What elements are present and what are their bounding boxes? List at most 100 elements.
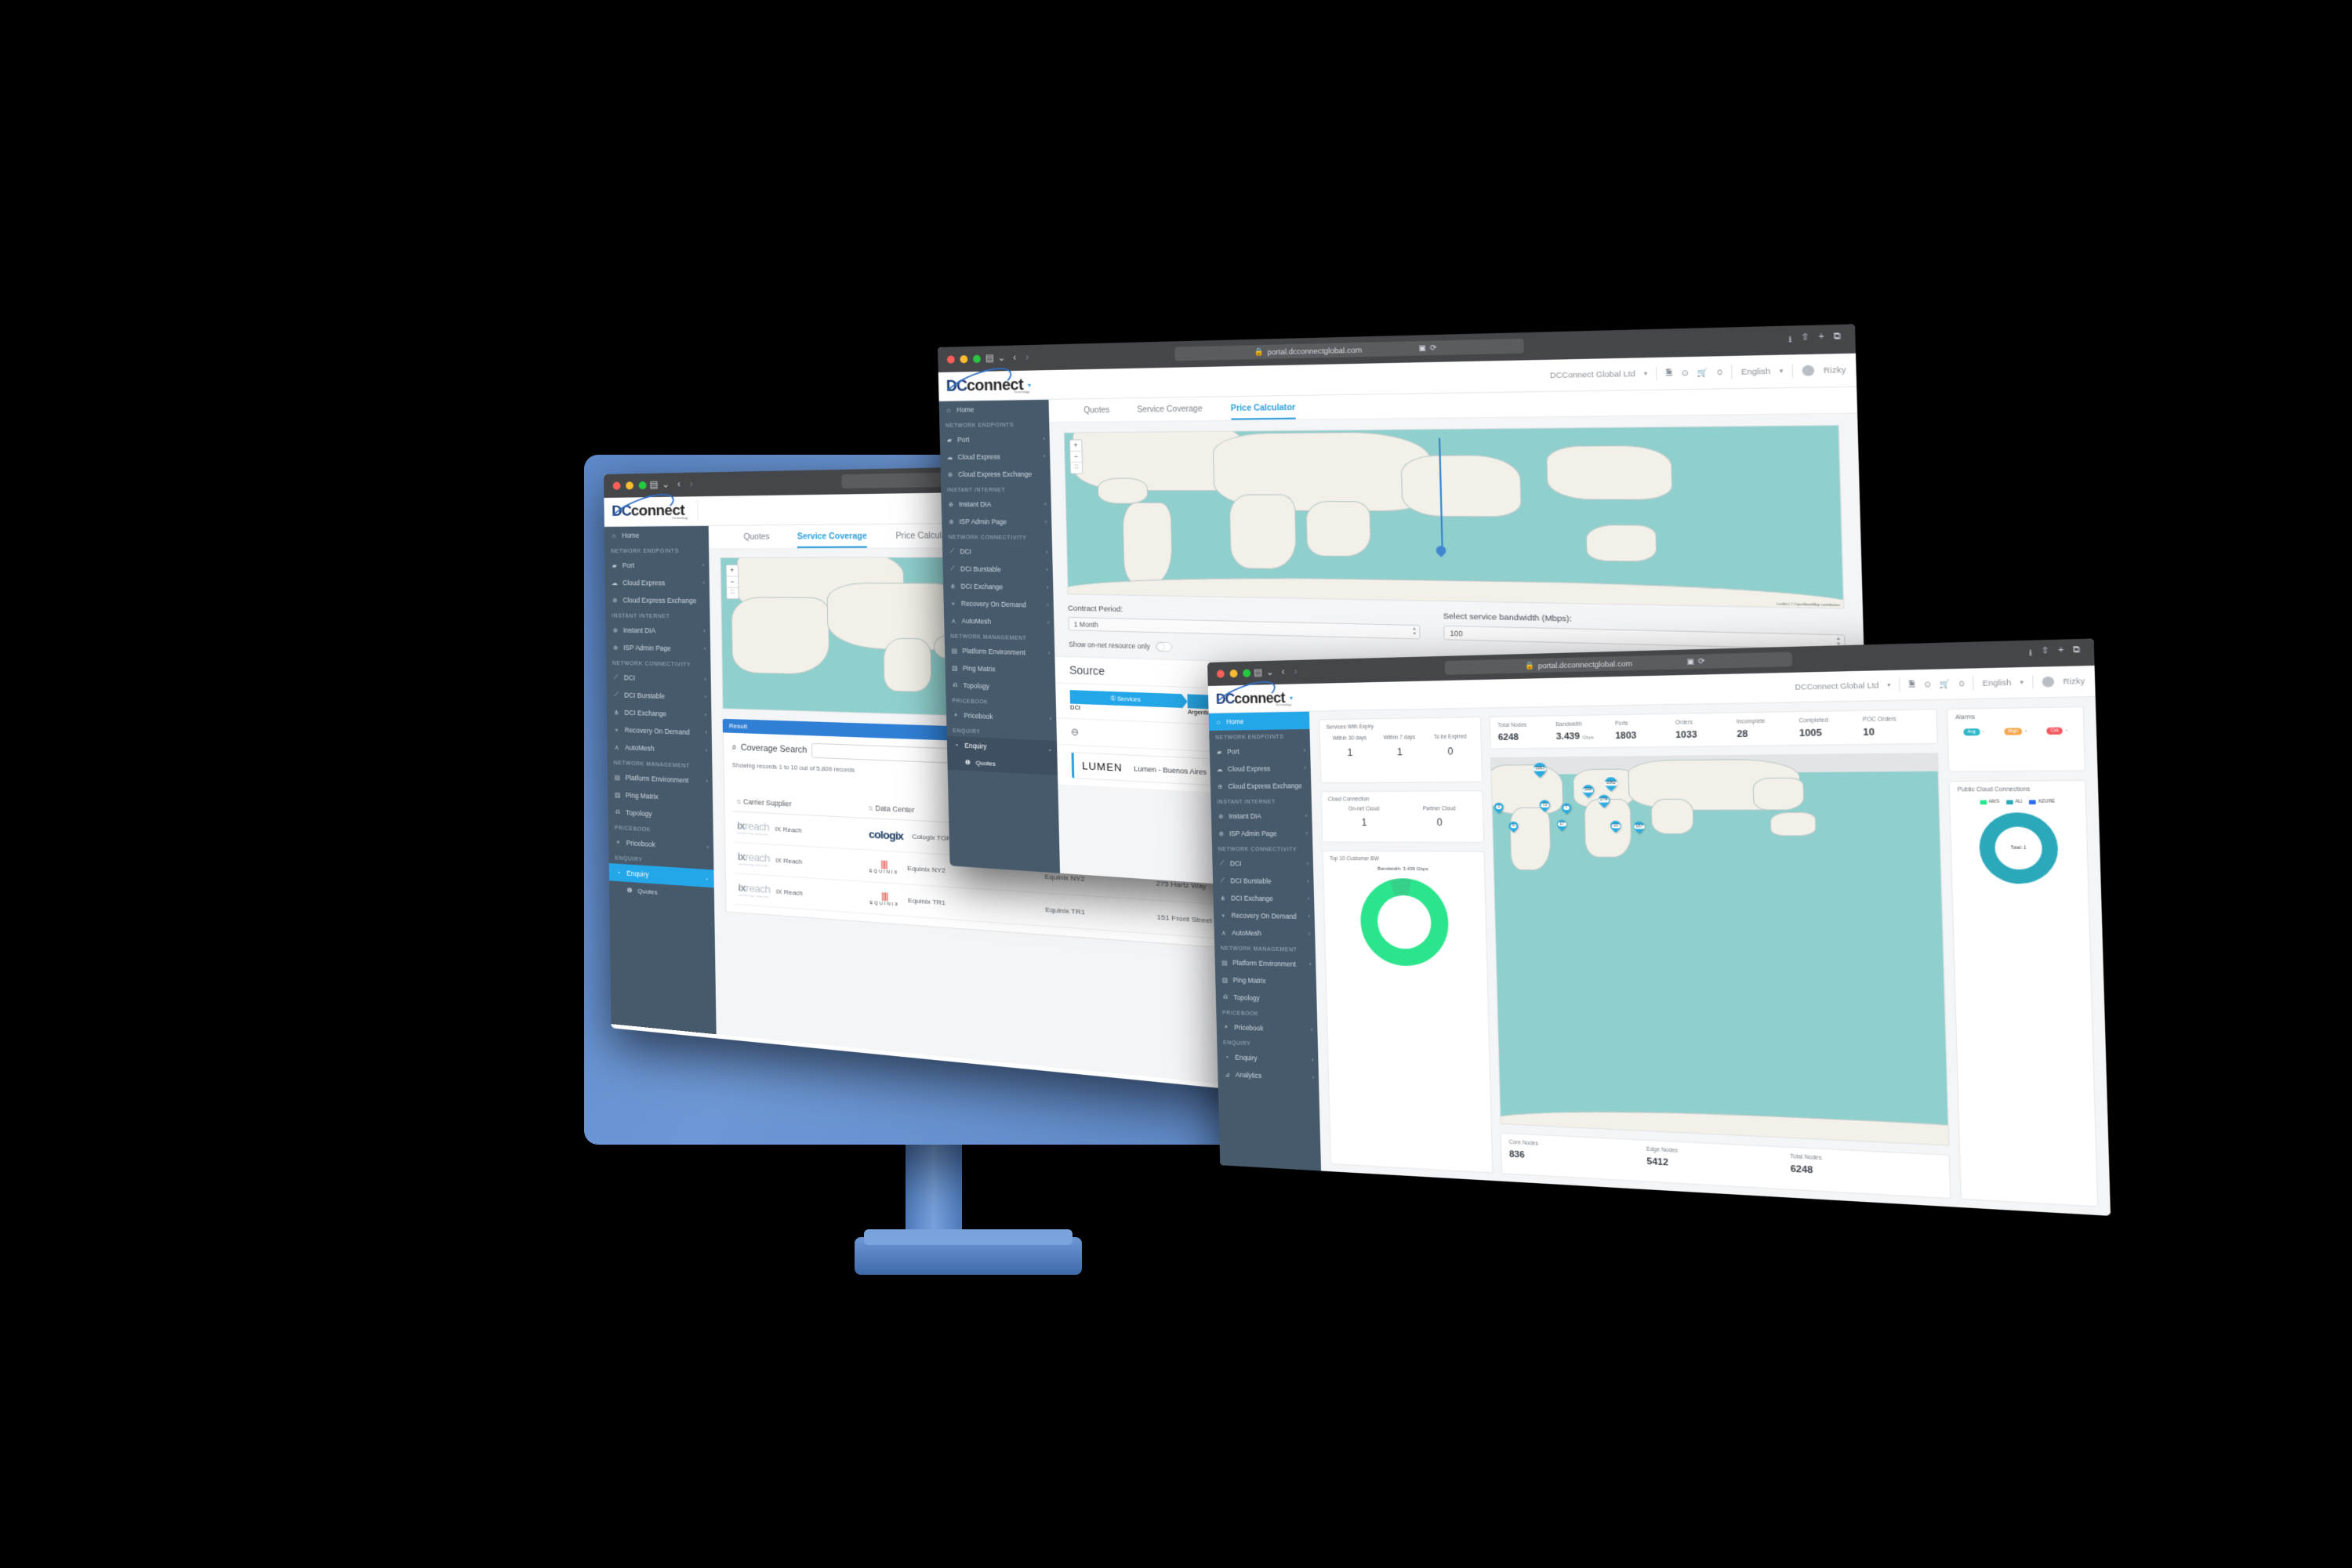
reader-icon[interactable]: ▣ (1686, 657, 1694, 666)
sidebar-item-isp-admin-page[interactable]: ⊕ ISP Admin Page ‹ (942, 513, 1052, 531)
sidebar-item-cloud-express-exchange[interactable]: ⊕ Cloud Express Exchange (941, 465, 1051, 483)
sort-icon[interactable]: ⇅ (868, 806, 873, 812)
chrome-actions[interactable]: ⭳ ⇧ + ⧉ (1788, 332, 1842, 348)
sidebar[interactable]: ⌂ Home NETWORK ENDPOINTS ▰ Port ‹ ☁ Cloud Ex… (938, 399, 1061, 874)
legend-item-azure[interactable]: AZURE (2029, 799, 2055, 804)
sidebar-item-platform-environment[interactable]: ▤ Platform Environment ‹ (1214, 953, 1316, 973)
map-zoom-controls[interactable]: + − ⛶ (1069, 439, 1083, 474)
alarm-item[interactable]: High - (2004, 728, 2027, 735)
close-icon[interactable] (1216, 670, 1225, 678)
window-controls[interactable] (612, 481, 647, 490)
nav-back-icon[interactable]: ‹ (1281, 666, 1284, 677)
brand-logo[interactable]: DC connect Technology ▾ (938, 360, 1032, 411)
onnet-toggle[interactable] (1156, 641, 1173, 652)
maximize-icon[interactable] (638, 481, 647, 490)
sidebar-item-isp-admin-page[interactable]: ⊕ ISP Admin Page ‹ (606, 638, 710, 658)
back-circle-icon[interactable]: ⊖ (1071, 726, 1080, 738)
header-account-area[interactable]: DCConnect Global Ltd ▾ 🗎 ⊙ 🛒 0 English ▾… (1550, 362, 1857, 382)
alarm-item[interactable]: Crit - (2046, 727, 2067, 735)
chevron-down-icon[interactable]: ⌄ (662, 478, 670, 489)
sidebar-item-recovery-on-demand[interactable]: ⑂ Recovery On Demand ‹ (943, 594, 1054, 614)
sidebar-item-cloud-express-exchange[interactable]: ⊕ Cloud Express Exchange (605, 591, 710, 609)
fullscreen-icon[interactable]: ⛶ (727, 588, 738, 598)
download-icon[interactable]: ⭳ (2028, 647, 2032, 662)
header-account-area[interactable]: DCConnect Global Ltd ▾ 🗎 ⊙ 🛒 0 English ▾… (1795, 673, 2095, 694)
dashboard-world-map[interactable]: 3363 1062 344 274 72 7 17 10 167 6 3 (1490, 753, 1950, 1146)
sidebar-item-cloud-express[interactable]: ☁ Cloud Express ‹ (1210, 760, 1311, 778)
share-icon[interactable]: ⇧ (1801, 332, 1809, 348)
chrome-actions[interactable]: ⭳ ⇧ + ⧉ (2028, 645, 2080, 662)
sidebar-item-analytics[interactable]: ⊿ Analytics ‹ (1218, 1065, 1319, 1087)
avatar-icon[interactable] (2042, 676, 2055, 688)
nav-back-icon[interactable]: ‹ (677, 478, 681, 489)
sidebar-item-port[interactable]: ▰ Port ‹ (940, 430, 1050, 448)
sidebar-item-cloud-express-exchange[interactable]: ⊕ Cloud Express Exchange (1210, 777, 1312, 795)
sidebar-item-instant-dia[interactable]: ⊕ Instant DIA ‹ (606, 621, 710, 640)
sidebar-icon[interactable]: ▤ (1254, 666, 1263, 677)
reload-icon[interactable]: ⟳ (1698, 657, 1705, 666)
chevron-down-icon[interactable]: ▾ (2020, 679, 2024, 686)
sidebar-item-pricebook[interactable]: ⌕ Pricebook ‹ (1217, 1018, 1318, 1040)
sidebar-item-isp-admin-page[interactable]: ⊕ ISP Admin Page ‹ (1211, 825, 1312, 842)
alarm-item[interactable]: Avg - (1963, 728, 1984, 736)
address-bar[interactable]: 🔒 portal.dcconnectglobal.com ▣ ⟳ (1444, 652, 1793, 675)
sidebar-item-recovery-on-demand[interactable]: ⑂ Recovery On Demand ‹ (1214, 906, 1315, 925)
sidebar-item-dci-exchange[interactable]: ⋔ DCI Exchange ‹ (1213, 889, 1314, 908)
chevron-down-icon[interactable]: ▾ (1887, 681, 1890, 689)
price-calculator-map[interactable]: + − ⛶ Leaflet | © OpenStreetMap contribu… (1063, 424, 1845, 609)
minimize-icon[interactable] (960, 355, 968, 364)
sidebar-item-cloud-express[interactable]: ☁ Cloud Express ‹ (605, 574, 710, 592)
sidebar-icon[interactable]: ▤ (985, 352, 994, 363)
window-controls[interactable] (1216, 669, 1251, 678)
tab-price-calculator[interactable]: Price Calculator (1230, 403, 1296, 420)
nav-back-icon[interactable]: ‹ (1013, 352, 1016, 363)
maximize-icon[interactable] (1243, 669, 1251, 677)
username[interactable]: Rizky (1824, 365, 1846, 375)
sidebar-item-cloud-express[interactable]: ☁ Cloud Express ‹ (940, 448, 1050, 466)
nav-forward-icon[interactable]: › (1294, 666, 1297, 677)
new-tab-icon[interactable]: + (2058, 646, 2064, 662)
bandwidth-donut[interactable] (1359, 877, 1450, 967)
sidebar-item-instant-dia[interactable]: ⊕ Instant DIA ‹ (1211, 808, 1312, 825)
language-label[interactable]: English (1741, 367, 1771, 376)
brand-logo[interactable]: DC connect Technology ▾ (1208, 674, 1294, 721)
question-circle-icon[interactable]: ⊙ (1924, 680, 1932, 690)
chevron-down-icon[interactable]: ▾ (1028, 381, 1031, 388)
sort-icon[interactable]: ⇅ (737, 800, 742, 806)
sidebar-item-dci-burstable[interactable]: ⟋ DCI Burstable ‹ (942, 560, 1053, 579)
sidebar-item-topology[interactable]: ⎌ Topology (1216, 988, 1317, 1008)
fullscreen-icon[interactable]: ⛶ (1071, 463, 1083, 473)
sidebar-item-port[interactable]: ▰ Port ‹ (604, 557, 709, 575)
avatar-icon[interactable] (1802, 365, 1815, 376)
sidebar-item-dci[interactable]: ⟋ DCI ‹ (1212, 855, 1313, 873)
zoom-out-icon[interactable]: − (726, 576, 739, 588)
sidebar[interactable]: ⌂ Home NETWORK ENDPOINTS ▰ Port ‹ ☁ Cloud Ex… (1208, 711, 1322, 1172)
tab-quotes[interactable]: Quotes (1083, 406, 1109, 422)
tabs-icon[interactable]: ⧉ (2073, 645, 2081, 661)
tab-service-coverage[interactable]: Service Coverage (797, 532, 868, 549)
sidebar-item-automesh[interactable]: ⋏ AutoMesh ‹ (944, 612, 1054, 632)
zoom-in-icon[interactable]: + (1069, 440, 1082, 452)
sidebar[interactable]: ⌂ Home NETWORK ENDPOINTS ▰ Port ‹ ☁ Cloud E… (604, 525, 717, 1035)
minimize-icon[interactable] (626, 481, 634, 490)
document-icon[interactable]: 🗎 (1908, 677, 1915, 691)
language-label[interactable]: English (1982, 678, 2011, 688)
cart-icon[interactable]: 🛒 (1940, 679, 1951, 689)
cart-icon[interactable]: 🛒 (1697, 368, 1708, 378)
sidebar-item-home[interactable]: ⌂ Home (939, 400, 1049, 419)
stepper-icon[interactable]: ▴ ▾ (1413, 626, 1416, 637)
share-icon[interactable]: ⇧ (2041, 646, 2049, 662)
tab-quotes[interactable]: Quotes (743, 533, 769, 549)
sidebar-item-dci-exchange[interactable]: ⋔ DCI Exchange ‹ (943, 577, 1054, 597)
document-icon[interactable]: 🗎 (1665, 366, 1672, 380)
new-tab-icon[interactable]: + (1818, 332, 1824, 348)
download-icon[interactable]: ⭳ (1788, 333, 1792, 349)
close-icon[interactable] (612, 481, 621, 490)
zoom-in-icon[interactable]: + (726, 565, 739, 577)
sidebar-item-port[interactable]: ▰ Port ‹ (1210, 742, 1311, 760)
map-zoom-controls[interactable]: + − ⛶ (725, 564, 739, 600)
map-pin[interactable]: 17 (1555, 818, 1569, 831)
address-bar[interactable]: 🔒 portal.dcconnectglobal.com ▣ ⟳ (1174, 338, 1524, 361)
reload-icon[interactable]: ⟳ (1430, 343, 1437, 353)
reader-icon[interactable]: ▣ (1418, 343, 1426, 353)
